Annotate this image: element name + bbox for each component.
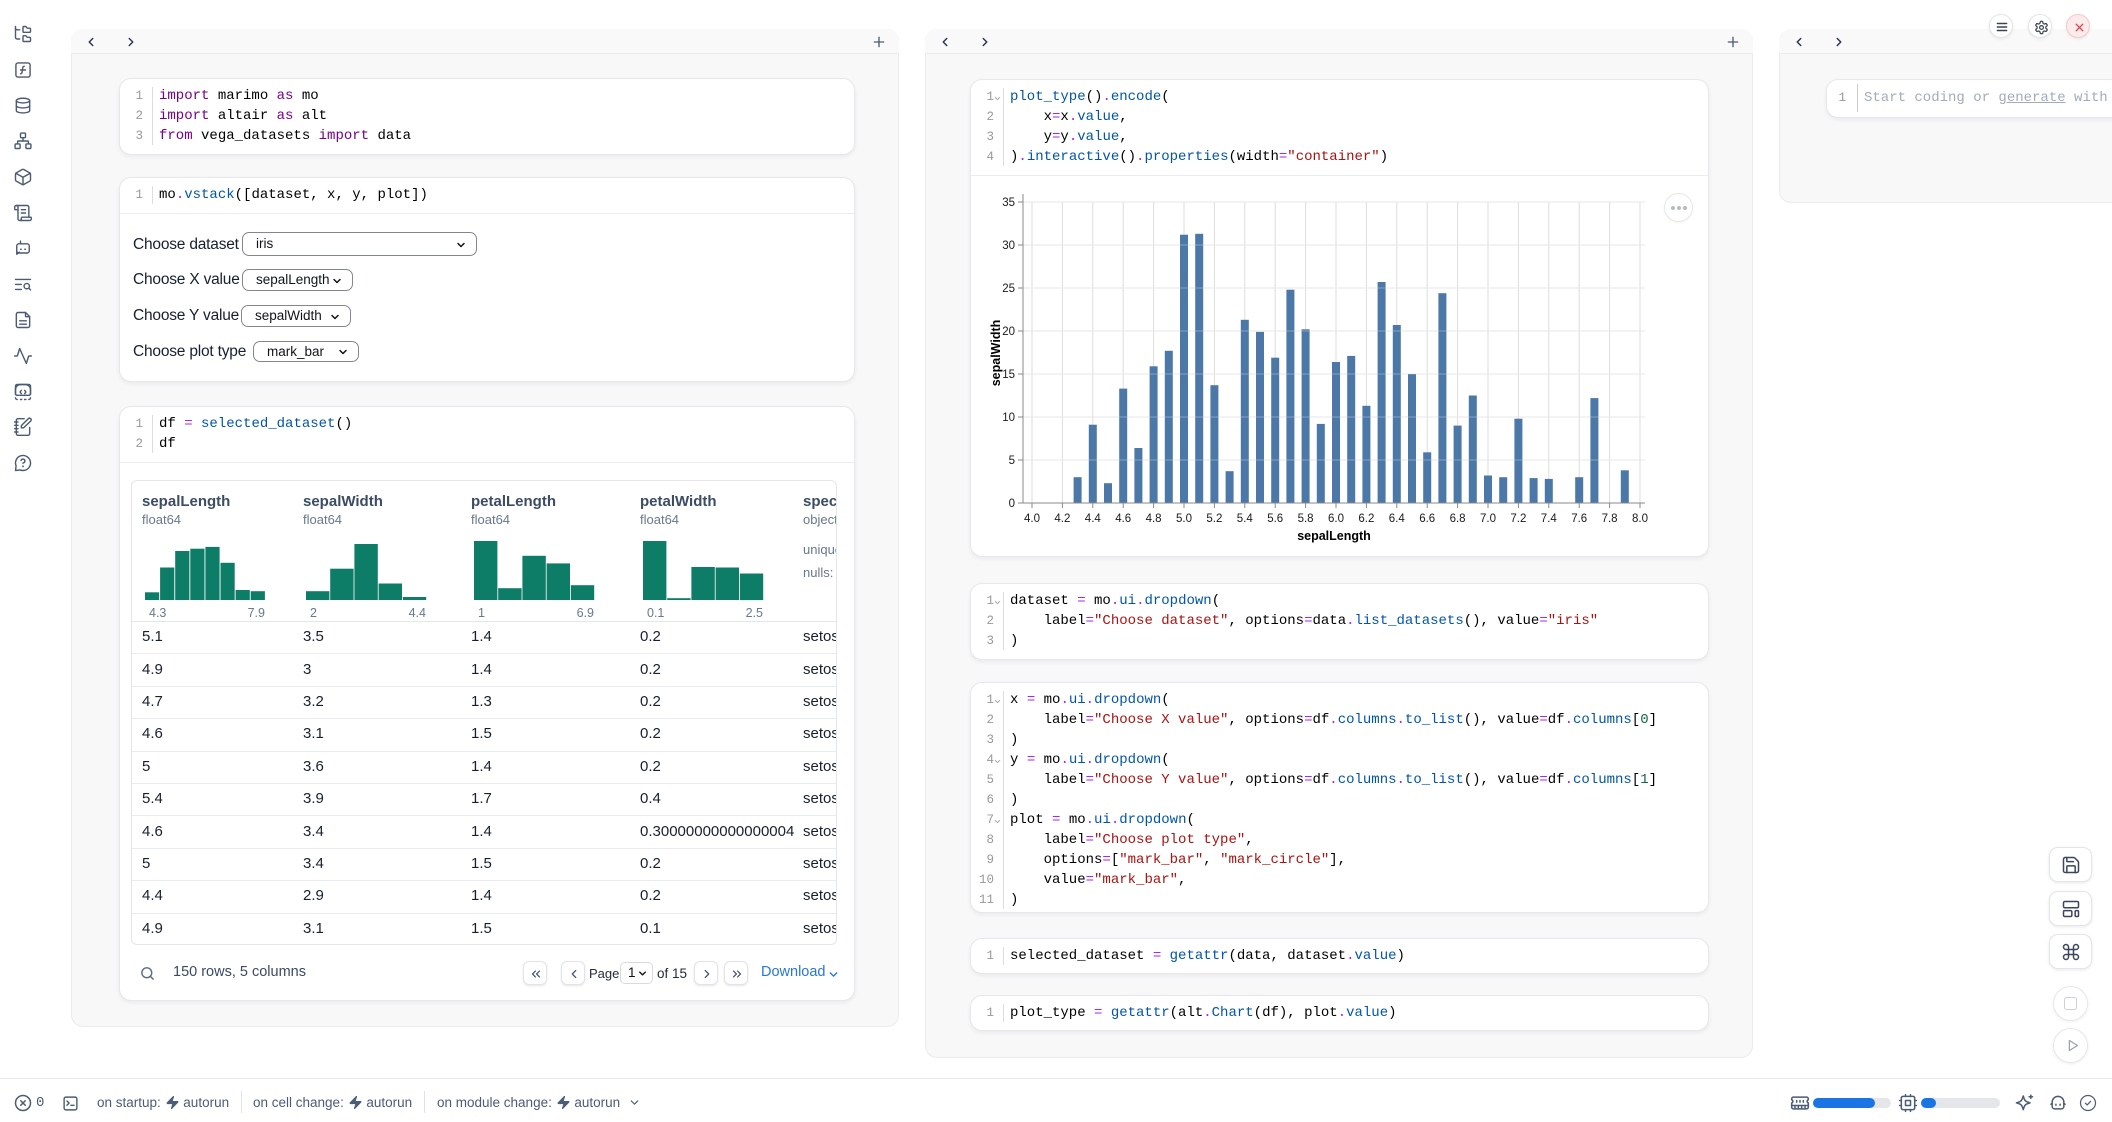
svg-text:10: 10: [1002, 412, 1015, 424]
svg-text:7.2: 7.2: [1510, 513, 1526, 525]
svg-text:6.4: 6.4: [1389, 513, 1406, 525]
svg-text:5.2: 5.2: [1206, 513, 1222, 525]
svg-text:4.8: 4.8: [1146, 513, 1162, 525]
svg-text:7.4: 7.4: [1541, 513, 1558, 525]
svg-text:sepalWidth: sepalWidth: [989, 320, 1003, 387]
svg-text:5.4: 5.4: [1237, 513, 1254, 525]
svg-text:4.2: 4.2: [1054, 513, 1070, 525]
svg-text:20: 20: [1002, 326, 1015, 338]
svg-text:4.4: 4.4: [1085, 513, 1102, 525]
svg-text:6.6: 6.6: [1419, 513, 1435, 525]
svg-text:7.6: 7.6: [1571, 513, 1587, 525]
svg-text:8.0: 8.0: [1632, 513, 1648, 525]
svg-text:7.0: 7.0: [1480, 513, 1496, 525]
svg-text:0: 0: [1009, 498, 1015, 510]
svg-text:6.2: 6.2: [1358, 513, 1374, 525]
svg-text:sepalLength: sepalLength: [1297, 529, 1371, 543]
svg-text:5.0: 5.0: [1176, 513, 1192, 525]
svg-text:7.8: 7.8: [1602, 513, 1618, 525]
svg-text:6.8: 6.8: [1450, 513, 1466, 525]
svg-text:35: 35: [1002, 197, 1015, 209]
svg-text:25: 25: [1002, 283, 1015, 295]
svg-text:5.6: 5.6: [1267, 513, 1283, 525]
svg-text:4.6: 4.6: [1115, 513, 1131, 525]
svg-text:4.0: 4.0: [1024, 513, 1040, 525]
svg-text:5.8: 5.8: [1298, 513, 1314, 525]
svg-text:30: 30: [1002, 240, 1015, 252]
svg-text:15: 15: [1002, 369, 1015, 381]
svg-text:6.0: 6.0: [1328, 513, 1344, 525]
svg-text:5: 5: [1009, 455, 1015, 467]
